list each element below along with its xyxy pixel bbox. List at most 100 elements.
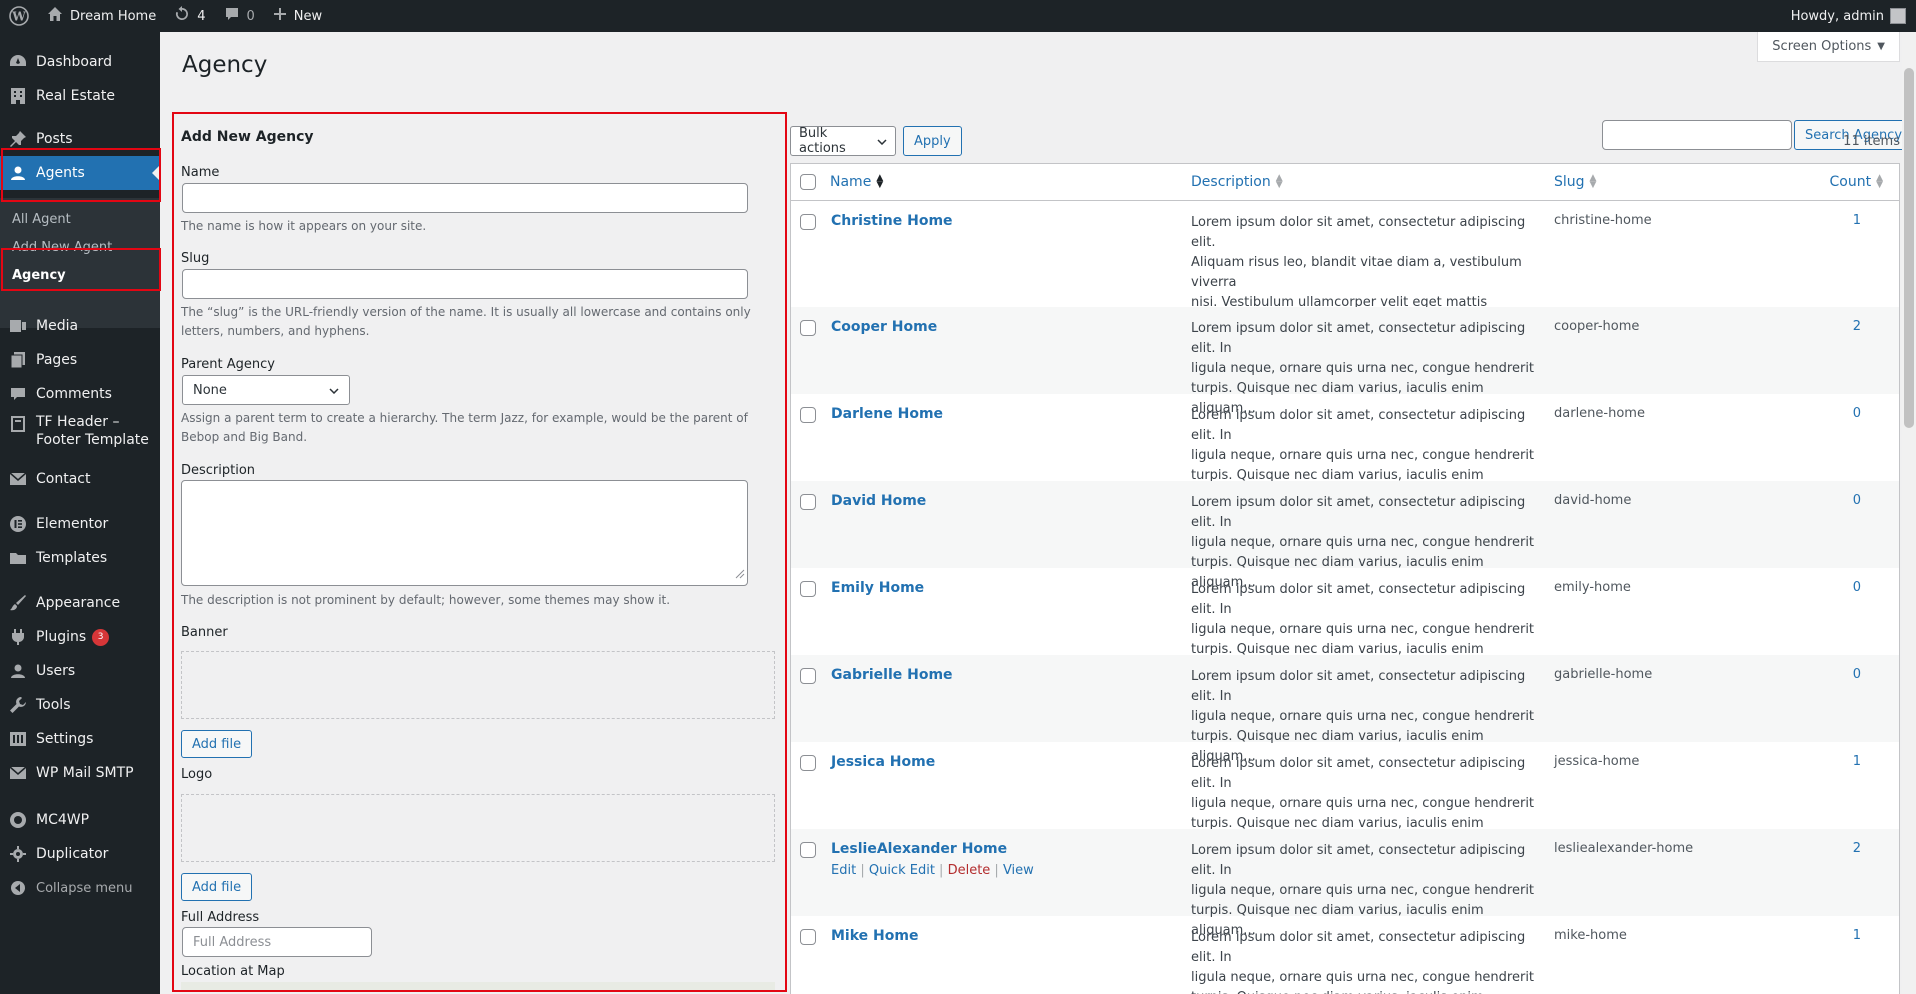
select-all-checkbox[interactable]	[800, 174, 816, 190]
row-checkbox[interactable]	[800, 407, 816, 423]
building-icon	[0, 87, 36, 105]
highlight-agency	[1, 248, 161, 291]
sidebar-item-duplicator[interactable]: Duplicator	[0, 837, 160, 871]
agency-name-link[interactable]: LeslieAlexander Home	[831, 841, 1007, 857]
apply-button[interactable]: Apply	[903, 126, 962, 156]
row-actions: Edit | Quick Edit | Delete | View	[831, 863, 1034, 878]
sidebar-item-pages[interactable]: Pages	[0, 343, 160, 377]
agency-slug: david-home	[1554, 493, 1632, 508]
row-checkbox[interactable]	[800, 842, 816, 858]
agency-slug: jessica-home	[1554, 754, 1640, 769]
full-address-input[interactable]: Full Address	[182, 927, 372, 957]
row-checkbox[interactable]	[800, 494, 816, 510]
row-checkbox[interactable]	[800, 755, 816, 771]
scrollbar-thumb[interactable]	[1904, 68, 1914, 428]
sidebar-item-comments[interactable]: Comments	[0, 377, 160, 411]
description-textarea[interactable]	[181, 480, 748, 586]
sidebar-item-templates[interactable]: Templates	[0, 541, 160, 575]
sidebar-item-plugins[interactable]: Plugins 3	[0, 620, 160, 654]
comment-bubble-icon	[224, 6, 240, 26]
sidebar-item-settings[interactable]: Settings	[0, 722, 160, 756]
column-header-count[interactable]: Count ▲ ▼	[1830, 173, 1884, 191]
logo-add-file-button[interactable]: Add file	[181, 873, 253, 901]
agency-name-link[interactable]: Mike Home	[831, 928, 918, 944]
agency-slug: darlene-home	[1554, 406, 1645, 421]
sidebar-item-mc4wp[interactable]: MC4WP	[0, 803, 160, 837]
separator: |	[934, 863, 948, 878]
agency-name-link[interactable]: Christine Home	[831, 213, 953, 229]
parent-agency-select[interactable]: None	[182, 375, 350, 405]
logo-dropzone[interactable]	[181, 794, 775, 862]
agency-slug: gabrielle-home	[1554, 667, 1653, 682]
sidebar-collapse-menu[interactable]: Collapse menu	[0, 871, 160, 905]
sort-icon: ▲ ▼	[1876, 173, 1883, 190]
row-action-view[interactable]: View	[1003, 863, 1034, 878]
agency-name-link[interactable]: David Home	[831, 493, 926, 509]
description-line: Lorem ipsum dolor sit amet, consectetur …	[1191, 321, 1526, 356]
location-map[interactable]	[181, 982, 775, 990]
sidebar-item-elementor[interactable]: Elementor	[0, 507, 160, 541]
comments-link[interactable]: 0	[215, 0, 264, 32]
sidebar-item-tools[interactable]: Tools	[0, 688, 160, 722]
agency-count-link[interactable]: 1	[1853, 928, 1861, 943]
agency-name-link[interactable]: Emily Home	[831, 580, 924, 596]
agency-count-link[interactable]: 2	[1853, 841, 1861, 856]
agency-name-link[interactable]: Gabrielle Home	[831, 667, 953, 683]
column-header-name[interactable]: Name ▲ ▼	[830, 174, 883, 191]
row-action-delete[interactable]: Delete	[948, 863, 991, 878]
banner-add-file-button[interactable]: Add file	[181, 730, 253, 758]
items-count: 11 items	[1843, 134, 1900, 149]
wordpress-logo-icon[interactable]: W	[0, 0, 38, 32]
page-scrollbar[interactable]	[1902, 32, 1916, 994]
agency-name-link[interactable]: Darlene Home	[831, 406, 943, 422]
row-checkbox[interactable]	[800, 929, 816, 945]
description-line: Lorem ipsum dolor sit amet, consectetur …	[1191, 582, 1526, 617]
sidebar-item-media[interactable]: Media	[0, 309, 160, 343]
table-row: David Home Lorem ipsum dolor sit amet, co…	[791, 481, 1899, 590]
bulk-actions-select[interactable]: Bulk actions	[790, 126, 896, 156]
submenu-all-agent[interactable]: All Agent	[12, 212, 71, 227]
column-header-slug[interactable]: Slug ▲ ▼	[1554, 174, 1596, 191]
new-content-link[interactable]: New	[264, 0, 331, 32]
agency-count-link[interactable]: 0	[1853, 406, 1861, 421]
slug-input[interactable]	[182, 269, 748, 299]
description-help: The description is not prominent by defa…	[181, 593, 671, 607]
row-action-quick-edit[interactable]: Quick Edit	[869, 863, 935, 878]
agency-slug: lesliealexander-home	[1554, 841, 1694, 856]
name-input[interactable]	[182, 183, 748, 213]
pin-icon	[0, 130, 36, 148]
agency-name-link[interactable]: Cooper Home	[831, 319, 937, 335]
screen-options-button[interactable]: Screen Options ▼	[1757, 32, 1900, 62]
agency-count-link[interactable]: 0	[1853, 667, 1861, 682]
sidebar-item-users[interactable]: Users	[0, 654, 160, 688]
resize-handle-icon[interactable]	[735, 568, 745, 583]
sidebar-item-dashboard[interactable]: Dashboard	[0, 45, 160, 79]
site-name-link[interactable]: Dream Home	[38, 0, 165, 32]
brush-icon	[0, 594, 36, 612]
row-checkbox[interactable]	[800, 668, 816, 684]
my-account-link[interactable]: Howdy, admin	[1791, 8, 1916, 24]
row-checkbox[interactable]	[800, 320, 816, 336]
sort-icon: ▲ ▼	[1275, 173, 1283, 190]
row-checkbox[interactable]	[800, 581, 816, 597]
sidebar-item-real-estate[interactable]: Real Estate	[0, 79, 160, 113]
form-heading: Add New Agency	[181, 129, 314, 145]
agency-count-link[interactable]: 0	[1853, 580, 1861, 595]
users-icon	[0, 663, 36, 679]
agency-name-link[interactable]: Jessica Home	[831, 754, 935, 770]
row-checkbox[interactable]	[800, 214, 816, 230]
agency-count-link[interactable]: 1	[1853, 213, 1861, 228]
updates-link[interactable]: 4	[165, 0, 214, 32]
banner-dropzone[interactable]	[181, 651, 775, 719]
agency-count-link[interactable]: 0	[1853, 493, 1861, 508]
agency-count-link[interactable]: 1	[1853, 754, 1861, 769]
agency-count-link[interactable]: 2	[1853, 319, 1861, 334]
sidebar-item-wp-mail-smtp[interactable]: WP Mail SMTP	[0, 756, 160, 790]
sidebar-item-contact[interactable]: Contact	[0, 462, 160, 496]
column-header-description[interactable]: Description ▲ ▼	[1191, 173, 1283, 191]
sidebar-item-appearance[interactable]: Appearance	[0, 586, 160, 620]
agency-slug: cooper-home	[1554, 319, 1640, 334]
sidebar-item-tf-header-footer[interactable]: TF Header – Footer Template	[0, 413, 160, 457]
row-action-edit[interactable]: Edit	[831, 863, 856, 878]
search-input[interactable]	[1602, 120, 1792, 150]
